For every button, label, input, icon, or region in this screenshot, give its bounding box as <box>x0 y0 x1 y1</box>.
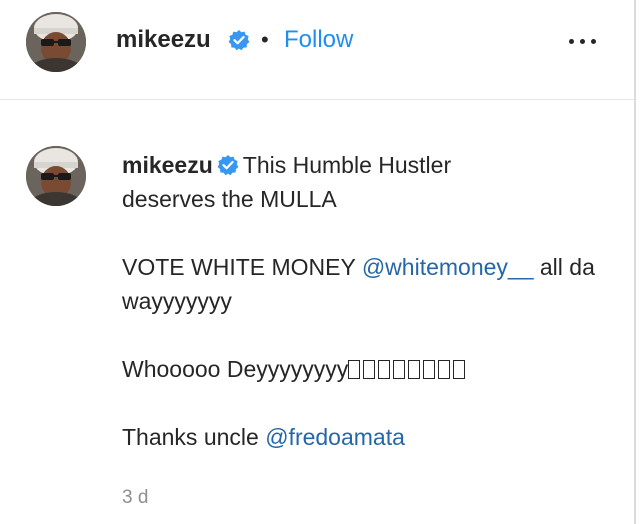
more-dot <box>591 39 596 44</box>
more-options-icon[interactable] <box>566 28 600 54</box>
more-dot <box>569 39 574 44</box>
whoo-text: Whooooo Deyyyyyyyy <box>122 356 349 382</box>
comment-username[interactable]: mikeezu <box>122 152 213 178</box>
missing-glyph-box <box>378 360 391 379</box>
mention-link[interactable]: @fredoamata <box>265 424 405 450</box>
vote-text: VOTE WHITE MONEY <box>122 254 362 280</box>
verified-badge-icon <box>228 30 250 51</box>
comment-line2: deserves the MULLA <box>122 186 337 212</box>
missing-glyph-box <box>423 360 436 379</box>
missing-glyph-box <box>393 360 406 379</box>
comment-text: mikeezu This Humble Hustler deserves the… <box>122 148 617 454</box>
missing-glyph-box <box>363 360 376 379</box>
more-dot <box>580 39 585 44</box>
missing-glyph-box <box>438 360 451 379</box>
comment-avatar[interactable] <box>26 146 86 206</box>
avatar-image <box>26 146 86 206</box>
missing-glyph-box <box>453 360 466 379</box>
post-header: mikeezu • Follow <box>0 0 634 100</box>
verified-badge-icon <box>217 155 239 176</box>
header-username[interactable]: mikeezu <box>116 25 211 55</box>
follow-button[interactable]: Follow <box>284 25 353 55</box>
emoji-placeholders <box>348 356 468 382</box>
comment-line1: This Humble Hustler <box>242 152 452 178</box>
avatar-image <box>26 12 86 72</box>
missing-glyph-box <box>408 360 421 379</box>
thanks-text: Thanks uncle <box>122 424 266 450</box>
comment-timestamp[interactable]: 3 d <box>122 486 148 510</box>
avatar[interactable] <box>26 12 86 72</box>
mention-link[interactable]: @whitemoney__ <box>362 254 534 280</box>
missing-glyph-box <box>348 360 361 379</box>
instagram-post-panel: mikeezu • Follow mikeezu This Humble Hus… <box>0 0 636 524</box>
separator-dot: • <box>261 27 269 52</box>
